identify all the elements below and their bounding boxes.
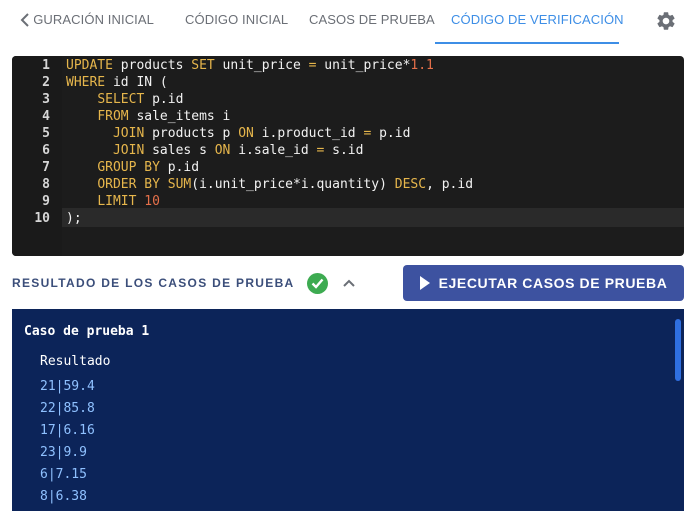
tab-label: CASOS DE PRUEBA — [309, 12, 435, 27]
gear-icon[interactable] — [655, 10, 677, 32]
line-number: 10 — [34, 211, 50, 226]
output-scrollbar[interactable] — [675, 319, 681, 381]
line-number: 2 — [42, 75, 50, 90]
active-tab-indicator — [435, 42, 619, 44]
code-line: GROUP BY p.id — [66, 159, 199, 176]
line-number: 7 — [42, 160, 50, 175]
chevron-up-icon[interactable] — [341, 275, 357, 291]
test-case-title: Caso de prueba 1 — [24, 324, 150, 339]
code-token: DESC — [394, 177, 427, 192]
result-row: 23|9.9 — [40, 445, 87, 460]
code-token: products p — [144, 126, 239, 141]
code-line: UPDATE products SET unit_price = unit_pr… — [66, 57, 434, 74]
code-token: ORDER BY — [97, 177, 160, 192]
code-token: s.id — [324, 143, 364, 158]
test-output-panel[interactable]: Caso de prueba 1 Resultado 21|59.4 22|85… — [12, 309, 684, 511]
line-number: 9 — [42, 194, 50, 209]
line-number: 1 — [42, 58, 50, 73]
code-line: LIMIT 10 — [66, 193, 160, 210]
chevron-left-icon[interactable] — [16, 10, 34, 30]
code-line: JOIN products p ON i.product_id = p.id — [66, 125, 410, 142]
result-row: 17|6.16 — [40, 423, 95, 438]
code-token: ); — [66, 211, 82, 226]
code-token: SELECT — [97, 92, 145, 107]
code-token: sales s — [144, 143, 215, 158]
result-label: Resultado — [40, 354, 111, 369]
code-token: sale_items i — [128, 109, 231, 124]
line-number: 4 — [42, 109, 50, 124]
code-token: SET — [191, 58, 215, 73]
code-token: p.id — [371, 126, 411, 141]
code-token: 10 — [144, 194, 160, 209]
code-editor[interactable]: 1 2 3 4 5 6 7 8 9 10 UPDATE products SET unit_pri… — [12, 56, 684, 256]
code-token: UPDATE — [66, 58, 113, 73]
active-line-highlight — [62, 208, 684, 227]
result-row: 22|85.8 — [40, 401, 95, 416]
code-line: WHERE id IN ( — [66, 74, 168, 91]
code-token: FROM — [97, 109, 129, 124]
check-circle-icon — [307, 273, 328, 294]
line-number: 6 — [42, 143, 50, 158]
tab-label: CONFIGURACIÓN INICIAL — [34, 12, 154, 27]
run-button-label: EJECUTAR CASOS DE PRUEBA — [438, 275, 668, 291]
run-test-cases-button[interactable]: EJECUTAR CASOS DE PRUEBA — [403, 265, 684, 301]
tab-codigo-de-verificacion[interactable]: CÓDIGO DE VERIFICACIÓN — [451, 12, 624, 27]
code-token: ON — [214, 143, 231, 158]
code-token: p.id — [144, 92, 184, 107]
code-token: WHERE — [66, 75, 106, 90]
code-line: JOIN sales s ON i.sale_id = s.id — [66, 142, 363, 159]
code-token: ON — [238, 126, 254, 141]
line-number: 8 — [42, 177, 50, 192]
code-token: products — [112, 58, 192, 73]
code-token: SUM — [167, 177, 192, 192]
code-token: (i.unit_price*i.quantity) — [191, 177, 395, 192]
code-line: SELECT p.id — [66, 91, 183, 108]
code-token: LIMIT — [97, 194, 137, 209]
code-token: i.product_id — [253, 126, 364, 141]
code-token: id IN ( — [105, 75, 168, 90]
line-number: 3 — [42, 92, 50, 107]
tab-configuracion-inicial[interactable]: CONFIGURACIÓN INICIAL — [34, 12, 154, 27]
code-line: ); — [66, 210, 82, 227]
code-token: , p.id — [426, 177, 474, 192]
tab-codigo-inicial[interactable]: CÓDIGO INICIAL — [185, 12, 288, 27]
tab-casos-de-prueba[interactable]: CASOS DE PRUEBA — [309, 12, 435, 27]
code-line: FROM sale_items i — [66, 108, 230, 125]
result-row: 8|6.38 — [40, 489, 87, 504]
code-token: JOIN — [112, 126, 145, 141]
result-row: 6|7.15 — [40, 467, 87, 482]
code-token: unit_price — [214, 58, 309, 73]
line-number-gutter: 1 2 3 4 5 6 7 8 9 10 — [12, 56, 62, 256]
results-title: RESULTADO DE LOS CASOS DE PRUEBA — [12, 276, 295, 290]
play-icon — [419, 276, 430, 290]
tab-label: CÓDIGO DE VERIFICACIÓN — [451, 12, 624, 27]
code-token: JOIN — [112, 143, 145, 158]
code-token: 1.1 — [410, 58, 434, 73]
tab-label: CÓDIGO INICIAL — [185, 12, 289, 27]
code-token: GROUP BY — [97, 160, 160, 175]
code-token: unit_price* — [316, 58, 411, 73]
code-line: ORDER BY SUM(i.unit_price*i.quantity) DE… — [66, 176, 473, 193]
tab-bar: CONFIGURACIÓN INICIAL CÓDIGO INICIAL CAS… — [0, 0, 696, 46]
code-token: p.id — [159, 160, 200, 175]
result-row: 21|59.4 — [40, 379, 95, 394]
line-number: 5 — [42, 126, 50, 141]
code-token: i.sale_id — [230, 143, 317, 158]
